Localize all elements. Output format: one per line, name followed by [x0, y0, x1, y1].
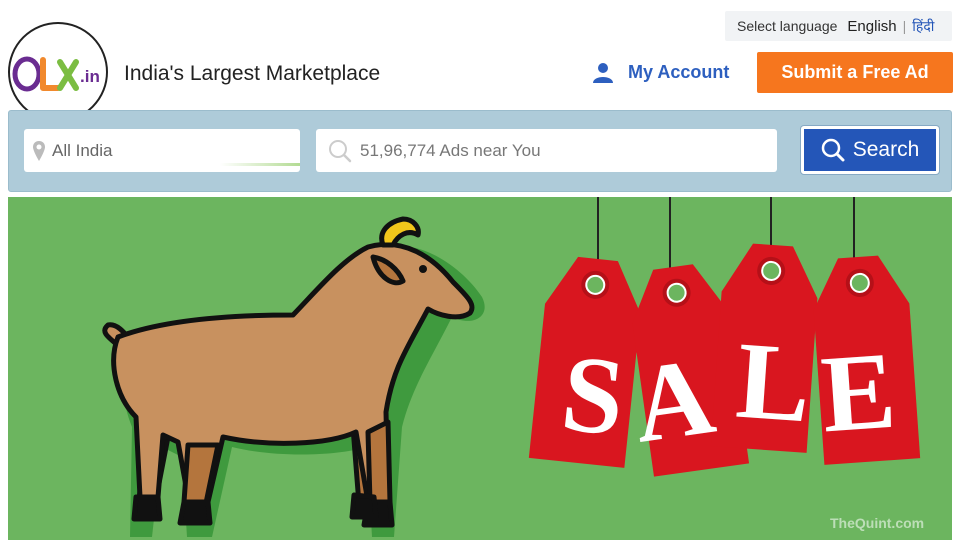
user-icon	[593, 63, 613, 83]
banner-illustration: S A L E	[102, 197, 921, 537]
language-english-link[interactable]: English	[847, 18, 896, 35]
language-prompt: Select language	[737, 18, 838, 34]
watermark: TheQuint.com	[830, 515, 925, 531]
language-hindi-link[interactable]: हिंदी	[912, 17, 934, 36]
goat-eye	[419, 265, 427, 273]
search-button-label: Search	[852, 138, 920, 161]
location-input[interactable]: All India	[24, 129, 300, 172]
sale-letter: A	[626, 334, 722, 466]
sale-letter: E	[817, 329, 899, 456]
sale-letter: L	[733, 319, 815, 446]
my-account-label: My Account	[628, 61, 730, 82]
map-pin-icon	[33, 140, 45, 161]
olx-logo-graphic: .in	[12, 56, 100, 92]
search-button-icon	[821, 138, 845, 162]
svg-text:.in: .in	[80, 67, 100, 86]
promo-banner: S A L E	[8, 197, 952, 540]
language-selector: Select language English | हिंदी	[725, 11, 952, 41]
search-input[interactable]: 51,96,774 Ads near You	[316, 129, 777, 172]
language-separator: |	[902, 18, 907, 34]
tagline: India's Largest Marketplace	[124, 62, 381, 85]
submit-free-ad-button[interactable]: Submit a Free Ad	[757, 52, 953, 93]
location-field-highlight	[220, 163, 300, 166]
sale-tags: S A L E	[528, 197, 921, 477]
search-button[interactable]: Search	[801, 126, 939, 174]
search-placeholder: 51,96,774 Ads near You	[360, 140, 541, 160]
my-account-link[interactable]: My Account	[592, 61, 729, 83]
search-icon	[329, 139, 352, 162]
location-placeholder: All India	[52, 140, 113, 160]
sale-letter: S	[556, 331, 630, 459]
olx-logo[interactable]: .in	[8, 22, 108, 122]
